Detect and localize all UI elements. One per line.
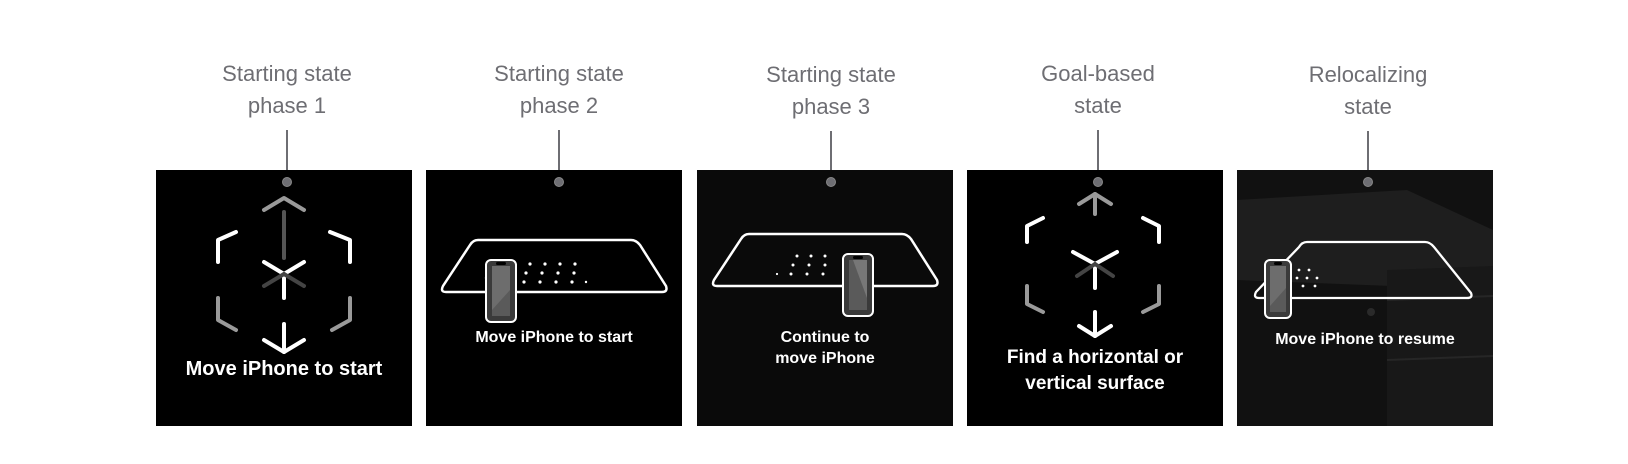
connector-dot [1363, 177, 1373, 187]
coaching-states-diagram: Starting state phase 1 Move iPhone to st… [0, 0, 1628, 464]
state-label: Starting state phase 2 [449, 58, 669, 122]
state-label: Goal-based state [988, 58, 1208, 122]
label-line: Starting state [494, 61, 624, 86]
plane-outline-icon [440, 238, 668, 323]
iphone-icon [485, 259, 517, 323]
iphone-icon [842, 253, 874, 317]
state-panel: Move iPhone to start [156, 170, 412, 426]
state-label: Starting state phase 3 [721, 59, 941, 123]
state-panel: Move iPhone to resume [1237, 170, 1493, 426]
label-line: phase 3 [791, 94, 871, 119]
caption-line: Move iPhone to start [185, 358, 383, 380]
state-panel: Continue to move iPhone [697, 170, 953, 426]
plane-outline-icon [1253, 240, 1473, 319]
state-panel: Find a horizontal or vertical surface [967, 170, 1223, 426]
label-line: Goal-based [1041, 61, 1155, 86]
caption-line: Move iPhone to resume [1275, 331, 1455, 348]
state-panel: Move iPhone to start [426, 170, 682, 426]
cube-chevrons-icon [216, 196, 352, 354]
label-line: state [1344, 94, 1392, 119]
state-caption: Move iPhone to resume [1237, 330, 1493, 350]
caption-line: vertical surface [1025, 373, 1165, 394]
state-caption: Move iPhone to start [426, 328, 682, 348]
state-caption: Continue to move iPhone [697, 327, 953, 369]
label-line: phase 1 [247, 93, 327, 118]
caption-line: Move iPhone to start [475, 329, 633, 346]
iphone-icon [1264, 259, 1292, 319]
caption-line: Find a horizontal or [1006, 347, 1184, 368]
state-label: Relocalizing state [1258, 59, 1478, 123]
label-line: state [1074, 93, 1122, 118]
label-line: Starting state [222, 61, 352, 86]
label-line: phase 2 [519, 93, 599, 118]
state-label: Starting state phase 1 [177, 58, 397, 122]
state-caption: Move iPhone to start [156, 356, 412, 382]
caption-line: move iPhone [775, 350, 875, 367]
plane-outline-icon [711, 232, 939, 317]
state-caption: Find a horizontal or vertical surface [967, 345, 1223, 397]
label-line: Relocalizing [1308, 62, 1428, 87]
caption-line: Continue to [780, 329, 870, 346]
label-line: Starting state [766, 62, 896, 87]
